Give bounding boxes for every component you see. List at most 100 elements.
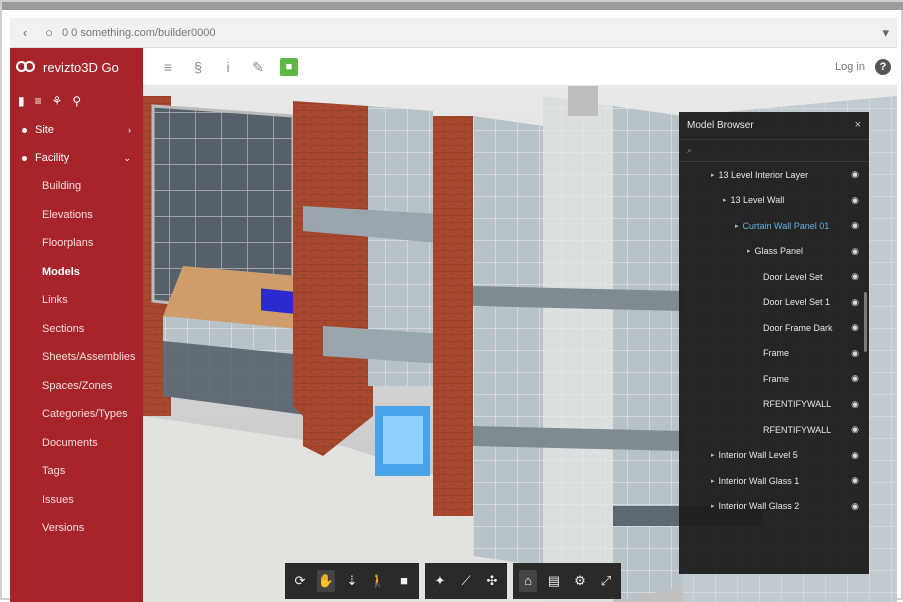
model-tree-row[interactable]: Door Level Set ◉ (679, 264, 869, 290)
expand-arrow-icon[interactable]: ▸ (711, 171, 715, 179)
sidebar-item[interactable]: Sheets/Assemblies (10, 343, 143, 372)
section-icon[interactable]: ✦ (431, 570, 449, 592)
sidebar-category[interactable]: Facility ⌄ (10, 144, 143, 172)
visibility-eye-icon[interactable]: ◉ (851, 475, 859, 486)
file-icon[interactable]: ▮ (18, 94, 25, 108)
sidebar-icon-row: ▮ ≡ ⚘ ⚲ (10, 86, 143, 116)
model-tree-row[interactable]: Frame ◉ (679, 366, 869, 392)
model-tree-row[interactable]: ▸ Glass Panel ◉ (679, 239, 869, 265)
sidebar-item[interactable]: Issues (10, 486, 143, 515)
expand-arrow-icon[interactable]: ▸ (747, 247, 751, 255)
app-window: ‹ ○ 0 0 something.com/builder0000 ▾ revi… (0, 0, 903, 602)
visibility-eye-icon[interactable]: ◉ (851, 297, 859, 308)
model-tree-label: Frame (763, 373, 790, 384)
extension-icon[interactable]: ▾ (882, 25, 889, 41)
person-icon[interactable]: 🚶 (369, 570, 387, 592)
expand-arrow-icon[interactable]: ▸ (711, 451, 715, 459)
brand-name: revizto3D Go (43, 59, 119, 75)
menu-icon[interactable]: ≡ (160, 59, 176, 75)
visibility-eye-icon[interactable]: ◉ (851, 322, 859, 333)
model-tree-row[interactable]: ▸ Interior Wall Glass 1 ◉ (679, 468, 869, 494)
properties-icon[interactable]: ▤ (545, 570, 563, 592)
eraser-icon[interactable]: ✎ (250, 59, 266, 75)
pan-hand-icon[interactable]: ✋ (317, 570, 335, 592)
tree-icon[interactable]: ⚘ (52, 94, 63, 108)
expand-arrow-icon[interactable]: ▸ (723, 196, 727, 204)
sidebar-category-label: Site (35, 124, 54, 136)
green-tool-icon[interactable]: ■ (280, 58, 298, 76)
visibility-eye-icon[interactable]: ◉ (851, 220, 859, 231)
fullscreen-icon[interactable]: ⤢ (597, 570, 615, 592)
model-tree-icon[interactable]: ⌂ (519, 570, 537, 592)
url-text[interactable]: 0 0 something.com/builder0000 (62, 27, 215, 39)
walk-icon[interactable]: ⇣ (343, 570, 361, 592)
toolbar-group: ⌂ ▤ ⚙ ⤢ (513, 563, 621, 599)
expand-arrow-icon[interactable]: ▸ (711, 477, 715, 485)
visibility-eye-icon[interactable]: ◉ (851, 501, 859, 512)
model-tree-label: Curtain Wall Panel 01 (742, 220, 830, 231)
brand-logo[interactable]: revizto3D Go (10, 48, 143, 86)
visibility-eye-icon[interactable]: ◉ (851, 424, 859, 435)
model-tree-label: Interior Wall Glass 2 (718, 501, 800, 512)
camera-icon[interactable]: ■ (395, 570, 413, 592)
sidebar-item[interactable]: Sections (10, 315, 143, 344)
sidebar-item[interactable]: Spaces/Zones (10, 372, 143, 401)
expand-arrow-icon[interactable]: ▸ (735, 222, 739, 230)
back-arrow-icon[interactable]: ‹ (16, 24, 34, 42)
model-tree-row[interactable]: Door Frame Dark ◉ (679, 315, 869, 341)
orbit-icon[interactable]: ⟳ (291, 570, 309, 592)
login-link[interactable]: Log in (835, 61, 865, 73)
filter-icon[interactable]: ⚲ (72, 94, 81, 108)
help-icon[interactable]: ? (875, 59, 891, 75)
sidebar-item[interactable]: Models (10, 258, 143, 287)
model-browser-search[interactable]: ⌕ (679, 140, 869, 162)
sidebar-item[interactable]: Versions (10, 514, 143, 543)
visibility-eye-icon[interactable]: ◉ (851, 271, 859, 282)
model-browser-scrollbar[interactable] (864, 292, 867, 352)
chevron-right-icon[interactable]: › (128, 125, 131, 135)
model-tree-label: Door Level Set (763, 271, 823, 282)
model-tree-row[interactable]: ▸ 13 Level Interior Layer ◉ (679, 162, 869, 188)
sidebar-item[interactable]: Tags (10, 457, 143, 486)
layers-icon[interactable]: ≡ (35, 94, 42, 108)
model-tree-label: Glass Panel (754, 246, 804, 257)
sidebar-item[interactable]: Documents (10, 429, 143, 458)
model-tree-row[interactable]: RFENTIFYWALL ◉ (679, 392, 869, 418)
bottom-toolbar: ⟳ ✋ ⇣ 🚶 ■ ✦ ⟋ ✣ ⌂ ▤ ⚙ ⤢ (285, 563, 621, 599)
browser-url-bar[interactable]: ‹ ○ 0 0 something.com/builder0000 ▾ (10, 18, 897, 48)
visibility-eye-icon[interactable]: ◉ (851, 169, 859, 180)
model-tree-row[interactable]: ▸ Interior Wall Level 5 ◉ (679, 443, 869, 469)
visibility-eye-icon[interactable]: ◉ (851, 246, 859, 257)
sidebar-item[interactable]: Elevations (10, 201, 143, 230)
model-tree-row[interactable]: RFENTIFYWALL ◉ (679, 417, 869, 443)
model-tree-label: RFENTIFYWALL (763, 399, 832, 410)
link-icon[interactable]: § (190, 59, 206, 75)
model-browser-title: Model Browser (679, 112, 869, 140)
model-tree-row[interactable]: ▸ Curtain Wall Panel 01 ◉ (679, 213, 869, 239)
model-tree-row[interactable]: Frame ◉ (679, 341, 869, 367)
chevron-down-icon[interactable]: ⌄ (123, 153, 131, 164)
bullet-icon (22, 127, 27, 133)
sidebar-item[interactable]: Building (10, 172, 143, 201)
settings-icon[interactable]: ⚙ (571, 570, 589, 592)
visibility-eye-icon[interactable]: ◉ (851, 195, 859, 206)
visibility-eye-icon[interactable]: ◉ (851, 373, 859, 384)
sidebar-item[interactable]: Links (10, 286, 143, 315)
visibility-eye-icon[interactable]: ◉ (851, 399, 859, 410)
visibility-eye-icon[interactable]: ◉ (851, 450, 859, 461)
expand-arrow-icon[interactable]: ▸ (711, 502, 715, 510)
reload-icon[interactable]: ○ (40, 24, 58, 42)
header-right: Log in ? (835, 48, 891, 86)
info-icon[interactable]: i (220, 59, 236, 75)
model-tree-row[interactable]: Door Level Set 1 ◉ (679, 290, 869, 316)
explode-icon[interactable]: ✣ (483, 570, 501, 592)
sidebar-item[interactable]: Floorplans (10, 229, 143, 258)
sidebar-item[interactable]: Categories/Types (10, 400, 143, 429)
visibility-eye-icon[interactable]: ◉ (851, 348, 859, 359)
close-icon[interactable]: × (855, 119, 861, 131)
model-tree-label: Door Level Set 1 (763, 297, 831, 308)
model-tree-row[interactable]: ▸ Interior Wall Glass 2 ◉ (679, 494, 869, 520)
model-tree-row[interactable]: ▸ 13 Level Wall ◉ (679, 188, 869, 214)
measure-icon[interactable]: ⟋ (457, 570, 475, 592)
sidebar-category[interactable]: Site › (10, 116, 143, 144)
